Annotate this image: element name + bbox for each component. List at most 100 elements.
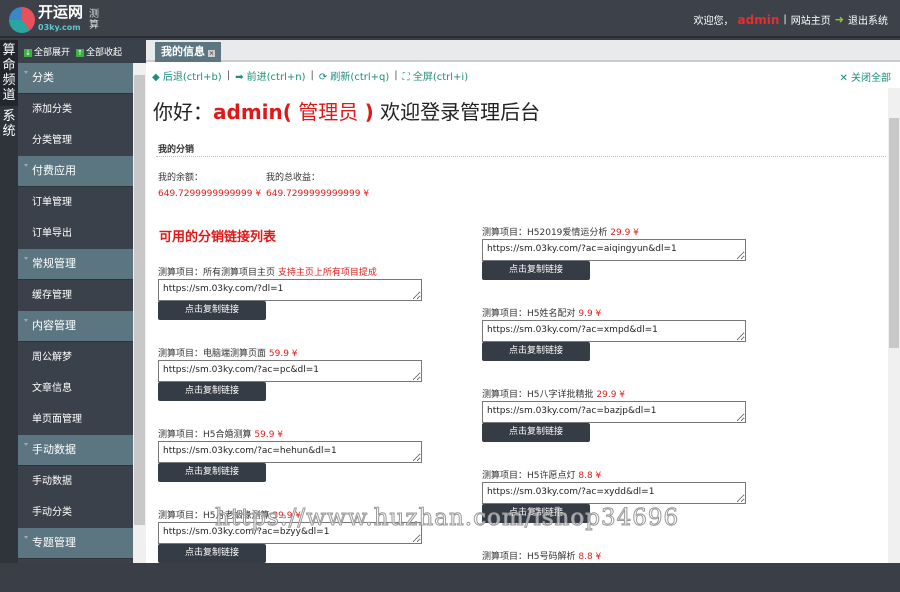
main-panel: 我的信息 × ◆ 后退(ctrl+b) | ➡ 前进(ctrl+n) | ⟳ 刷新(c… [146, 40, 900, 563]
logo-tag: 测算 [89, 9, 100, 31]
greeting: 你好：admin( 管理员 ) 欢迎登录管理后台 [153, 100, 541, 124]
links-title: 可用的分销链接列表 [159, 230, 277, 245]
sidebar-item[interactable]: 订单管理 [18, 187, 133, 218]
link-label-text: 测算项目：H5八字详批精批 [482, 390, 594, 400]
content: 你好：admin( 管理员 ) 欢迎登录管理后台 我的分销 我的余额： 我的总收… [146, 88, 888, 563]
expand-all-label: 全部展开 [34, 48, 71, 58]
header: 开运网 03ky.com 测算 欢迎您， admin | 网站主页 ➜ 退出系统 [0, 0, 900, 38]
sidebar-group[interactable]: 手动数据 [18, 435, 133, 466]
link-item: 测算项目：H52019爱情运分析 29.9 ¥ https://sm.03ky.c… [482, 228, 782, 309]
balance-label: 我的余额： [158, 173, 204, 183]
refresh-button[interactable]: ⟳ 刷新(ctrl+q) [319, 68, 389, 83]
sidebar-group[interactable]: 分类 [18, 63, 133, 94]
scrollbar-thumb[interactable] [889, 118, 899, 348]
close-all-button[interactable]: ✕ 关闭全部 [839, 69, 891, 84]
link-url-field[interactable]: https://sm.03ky.com/?ac=pc&dl=1 [158, 360, 422, 382]
link-price: 59.9 ¥ [254, 430, 284, 440]
link-price: 支持主页上所有项目提成 [277, 268, 377, 278]
fullscreen-button[interactable]: ⛶ 全屏(ctrl+i) [403, 68, 468, 83]
link-label: 测算项目：H5合婚测算 59.9 ¥ [158, 430, 458, 441]
link-item: 测算项目：H5许愿点灯 8.8 ¥ https://sm.03ky.com/?ac… [482, 471, 782, 552]
sidebar-item[interactable]: 分类管理 [18, 125, 133, 156]
section-title: 我的分销 [158, 145, 195, 155]
link-url-field[interactable]: https://sm.03ky.com/?ac=hehun&dl=1 [158, 441, 422, 463]
vnav-fortune[interactable]: 算命频道 [0, 40, 18, 106]
collapse-all-label: 全部收起 [86, 48, 123, 58]
sidebar-item[interactable]: 单页面管理 [18, 404, 133, 435]
sidebar-group[interactable]: 常规管理 [18, 249, 133, 280]
links-left-column: 测算项目：所有测算项目主页 支持主页上所有项目提成 https://sm.03ky… [158, 268, 458, 592]
balance-value: 649.7299999999999 ¥ [158, 189, 262, 199]
link-label: 测算项目：所有测算项目主页 支持主页上所有项目提成 [158, 268, 458, 279]
income-value: 649.7299999999999 ¥ [266, 189, 370, 199]
sidebar-scrollbar[interactable] [133, 63, 146, 563]
close-tab-icon[interactable]: × [208, 50, 215, 57]
back-button[interactable]: ◆ 后退(ctrl+b) [152, 68, 222, 83]
home-link[interactable]: 网站主页 [791, 12, 831, 27]
link-label: 测算项目：H52019爱情运分析 29.9 ¥ [482, 228, 782, 239]
forward-button[interactable]: ➡ 前进(ctrl+n) [235, 68, 305, 83]
sidebar-item[interactable]: 订单导出 [18, 218, 133, 249]
collapse-icon: ↑ [76, 49, 85, 57]
sidebar-menu: 分类 添加分类 分类管理 付费应用 订单管理 订单导出 常规管理 缓存管理 内容管理 周公解梦 文章… [18, 63, 133, 559]
collapse-all-button[interactable]: ↑ 全部收起 [76, 45, 122, 58]
welcome-text: 欢迎您， [693, 16, 734, 27]
link-label: 测算项目：H5许愿点灯 8.8 ¥ [482, 471, 782, 482]
expand-all-button[interactable]: ↓ 全部展开 [24, 45, 70, 58]
sidebar-group[interactable]: 专题管理 [18, 528, 133, 559]
sidebar-item[interactable]: 文章信息 [18, 373, 133, 404]
link-url-field[interactable]: https://sm.03ky.com/?ac=aiqingyun&dl=1 [482, 239, 746, 261]
copy-link-button[interactable]: 点击复制链接 [482, 423, 590, 442]
link-price: 29.9 ¥ [596, 390, 626, 400]
tab-bar: 我的信息 × [146, 40, 900, 62]
copy-link-button[interactable]: 点击复制链接 [482, 342, 590, 361]
divider [156, 156, 886, 157]
link-url-field[interactable]: https://sm.03ky.com/?ac=bazjp&dl=1 [482, 401, 746, 423]
link-price: 9.9 ¥ [578, 309, 602, 319]
vertical-nav: 算命频道 系统 [0, 40, 18, 563]
link-label: 测算项目：H5八字详批精批 29.9 ¥ [482, 390, 782, 401]
separator: | [783, 14, 787, 25]
copy-link-button[interactable]: 点击复制链接 [158, 463, 266, 482]
link-label: 测算项目：H5号码解析 8.8 ¥ [482, 552, 782, 563]
scrollbar-thumb[interactable] [134, 75, 145, 525]
tab-my-info[interactable]: 我的信息 × [155, 42, 221, 62]
logo-sub: 03ky.com [38, 23, 81, 32]
link-item: 测算项目：H5姓名配对 9.9 ¥ https://sm.03ky.com/?ac… [482, 309, 782, 390]
content-scrollbar[interactable] [888, 88, 900, 563]
link-label: 测算项目：电脑端测算页面 59.9 ¥ [158, 349, 458, 360]
link-url-field[interactable]: https://sm.03ky.com/?dl=1 [158, 279, 422, 301]
copy-link-button[interactable]: 点击复制链接 [482, 504, 590, 523]
sidebar-item[interactable]: 添加分类 [18, 94, 133, 125]
income-label: 我的总收益： [266, 173, 321, 183]
link-label-text: 测算项目：电脑端测算页面 [158, 349, 267, 359]
separator: | [394, 69, 398, 81]
separator: | [226, 69, 231, 81]
link-url-field[interactable]: https://sm.03ky.com/?ac=xydd&dl=1 [482, 482, 746, 504]
logo[interactable]: 开运网 03ky.com 测算 [9, 5, 99, 35]
link-price: 8.8 ¥ [578, 552, 602, 562]
sidebar-item[interactable]: 缓存管理 [18, 280, 133, 311]
vnav-system[interactable]: 系统 [0, 106, 18, 142]
link-label-text: 测算项目：H5许愿点灯 [482, 471, 576, 481]
link-price: 8.8 ¥ [578, 471, 602, 481]
copy-link-button[interactable]: 点击复制链接 [158, 544, 266, 563]
link-label-text: 测算项目：H5号码解析 [482, 552, 576, 562]
sidebar-group[interactable]: 内容管理 [18, 311, 133, 342]
sidebar-group[interactable]: 付费应用 [18, 156, 133, 187]
sidebar-item[interactable]: 手动分类 [18, 497, 133, 528]
link-label-text: 测算项目：H5合婚测算 [158, 430, 252, 440]
link-item: 测算项目：所有测算项目主页 支持主页上所有项目提成 https://sm.03ky… [158, 268, 458, 349]
sidebar-item[interactable]: 手动数据 [18, 466, 133, 497]
copy-link-button[interactable]: 点击复制链接 [158, 382, 266, 401]
link-item: 测算项目：H5八字详批精批 29.9 ¥ https://sm.03ky.com/… [482, 390, 782, 471]
sidebar-item[interactable]: 周公解梦 [18, 342, 133, 373]
link-label-text: 测算项目：H5姓名配对 [482, 309, 576, 319]
copy-link-button[interactable]: 点击复制链接 [482, 261, 590, 280]
link-url-field[interactable]: https://sm.03ky.com/?ac=xmpd&dl=1 [482, 320, 746, 342]
link-url-field[interactable]: https://sm.03ky.com/?ac=bzyy&dl=1 [158, 522, 422, 544]
logout-link[interactable]: 退出系统 [848, 12, 888, 27]
link-label-text: 测算项目：所有测算项目主页 [158, 268, 276, 278]
copy-link-button[interactable]: 点击复制链接 [158, 301, 266, 320]
link-label-text: 测算项目：H52019爱情运分析 [482, 228, 608, 238]
